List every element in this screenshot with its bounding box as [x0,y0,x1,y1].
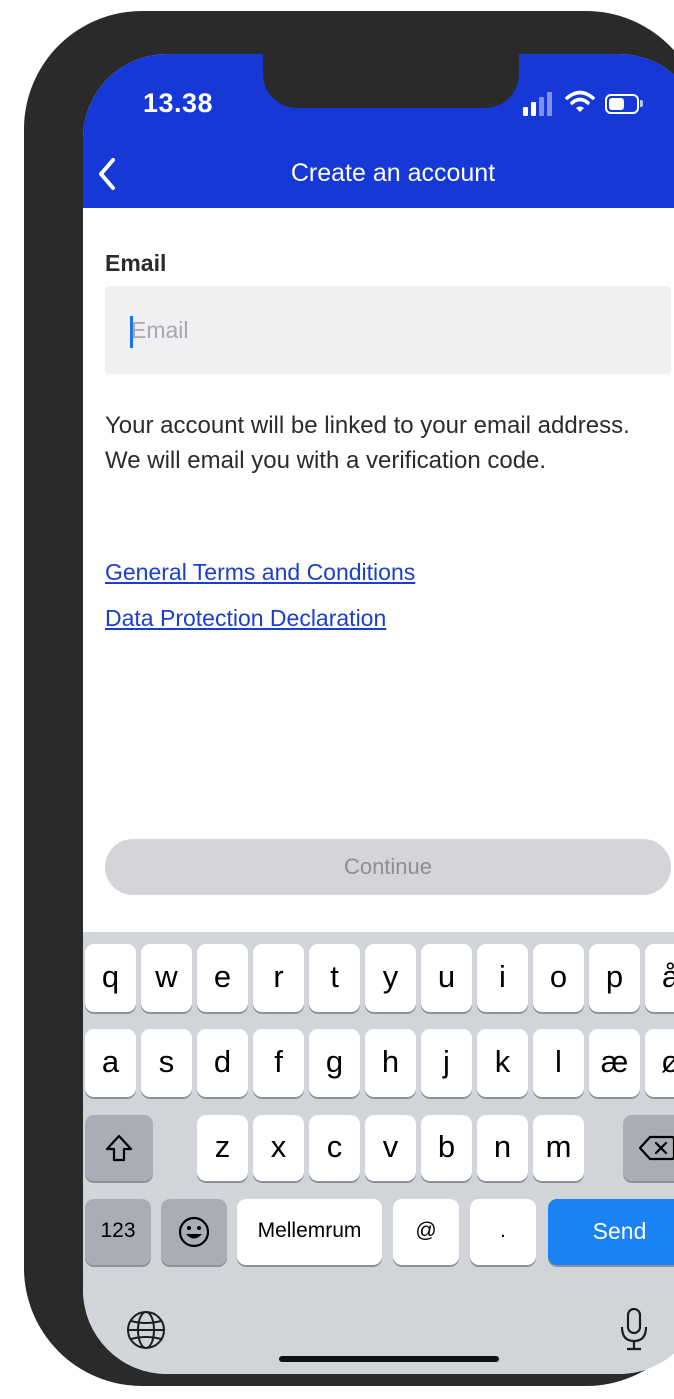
key-ae[interactable]: æ [589,1029,640,1097]
key-n[interactable]: n [477,1115,528,1181]
key-k[interactable]: k [477,1029,528,1097]
key-m[interactable]: m [533,1115,584,1181]
key-f[interactable]: f [253,1029,304,1097]
key-y[interactable]: y [365,944,416,1012]
key-w[interactable]: w [141,944,192,1012]
email-field-container[interactable] [105,286,671,374]
microphone-icon[interactable] [619,1307,649,1351]
key-t[interactable]: t [309,944,360,1012]
key-q[interactable]: q [85,944,136,1012]
key-i[interactable]: i [477,944,528,1012]
info-text: Your account will be linked to your emai… [105,412,630,474]
shift-key[interactable] [85,1115,153,1181]
at-key[interactable]: @ [393,1199,459,1265]
backspace-icon [639,1135,674,1161]
key-e[interactable]: e [197,944,248,1012]
home-indicator [279,1356,499,1362]
key-c[interactable]: c [309,1115,360,1181]
key-r[interactable]: r [253,944,304,1012]
wifi-icon [565,90,595,112]
globe-icon[interactable] [125,1309,167,1351]
key-v[interactable]: v [365,1115,416,1181]
battery-icon [605,94,639,114]
app-header: 13.38 Create an account [83,54,674,208]
status-time: 13.38 [143,88,214,118]
key-b[interactable]: b [421,1115,472,1181]
key-aring[interactable]: å [645,944,674,1012]
shift-icon [105,1134,133,1162]
phone-frame: 13.38 Create an account Email Email Your… [24,11,674,1386]
key-o[interactable]: o [533,944,584,1012]
key-p[interactable]: p [589,944,640,1012]
key-s[interactable]: s [141,1029,192,1097]
key-a[interactable]: a [85,1029,136,1097]
app-screen: 13.38 Create an account Email Email Your… [83,54,674,1374]
key-h[interactable]: h [365,1029,416,1097]
page-title: Create an account [290,159,496,187]
backspace-key[interactable] [623,1115,674,1181]
continue-button[interactable]: Continue [105,839,671,895]
key-d[interactable]: d [197,1029,248,1097]
email-field[interactable] [131,308,651,352]
space-key[interactable]: Mellemrum [237,1199,382,1265]
key-u[interactable]: u [421,944,472,1012]
emoji-icon [178,1216,210,1248]
send-key[interactable]: Send [548,1199,674,1265]
terms-link[interactable]: General Terms and Conditions [105,559,415,586]
notch [263,54,519,108]
privacy-link[interactable]: Data Protection Declaration [105,605,386,632]
period-key[interactable]: . [470,1199,536,1265]
emoji-key[interactable] [161,1199,227,1265]
key-g[interactable]: g [309,1029,360,1097]
key-x[interactable]: x [253,1115,304,1181]
key-z[interactable]: z [197,1115,248,1181]
keyboard: q w e r t y u i o p å a s d f g h j k l … [83,932,674,1374]
email-label: Email [105,250,167,276]
key-l[interactable]: l [533,1029,584,1097]
status-icons [523,90,663,116]
numbers-key[interactable]: 123 [85,1199,151,1265]
key-oslash[interactable]: ø [645,1029,674,1097]
key-j[interactable]: j [421,1029,472,1097]
